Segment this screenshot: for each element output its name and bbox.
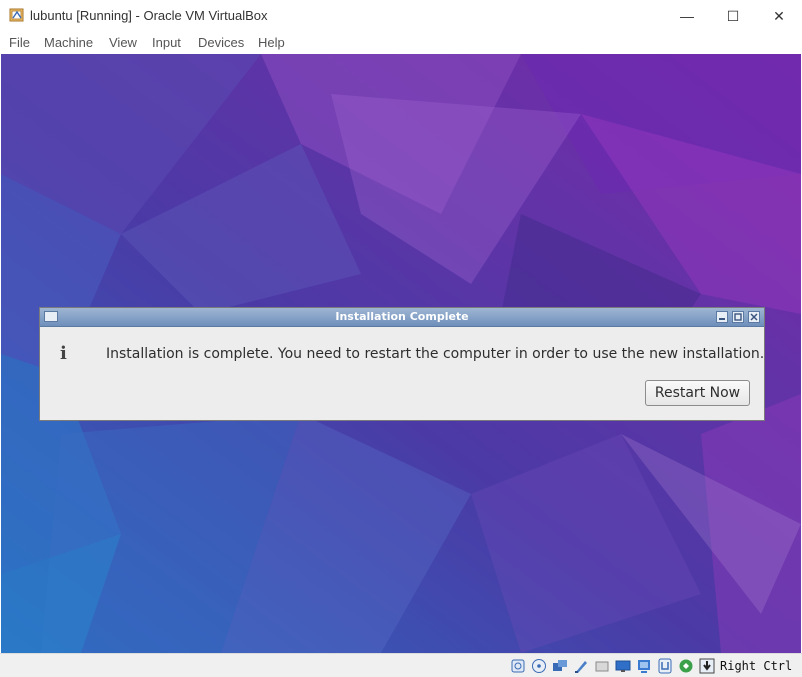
menu-machine[interactable]: Machine bbox=[44, 35, 93, 50]
maximize-button[interactable]: ☐ bbox=[710, 0, 756, 32]
video-capture-icon[interactable] bbox=[657, 658, 673, 674]
dialog-message: Installation is complete. You need to re… bbox=[106, 346, 765, 362]
shared-folders-icon[interactable] bbox=[615, 658, 631, 674]
minimize-button[interactable]: — bbox=[664, 0, 710, 32]
hard-disk-icon[interactable] bbox=[510, 658, 526, 674]
menu-input[interactable]: Input bbox=[152, 35, 181, 50]
menu-file[interactable]: File bbox=[9, 35, 30, 50]
dialog-close-button[interactable] bbox=[748, 311, 760, 323]
audio-icon[interactable] bbox=[552, 658, 568, 674]
close-window-button[interactable]: ✕ bbox=[756, 0, 802, 32]
host-key-label: Right Ctrl bbox=[720, 659, 793, 673]
maximize-icon: ☐ bbox=[726, 7, 740, 24]
dialog-minimize-button[interactable] bbox=[716, 311, 728, 323]
menu-bar: File Machine View Input Devices Help bbox=[0, 32, 802, 54]
maximize-icon bbox=[734, 313, 742, 321]
close-icon bbox=[750, 313, 758, 321]
restart-now-button[interactable]: Restart Now bbox=[645, 380, 750, 406]
dialog-title: Installation Complete bbox=[335, 310, 469, 323]
recording-icon[interactable] bbox=[678, 658, 694, 674]
window-titlebar: lubuntu [Running] - Oracle VM VirtualBox… bbox=[0, 0, 802, 32]
minimize-icon: — bbox=[680, 8, 694, 24]
menu-devices[interactable]: Devices bbox=[198, 35, 244, 50]
optical-drive-icon[interactable] bbox=[531, 658, 547, 674]
close-icon: ✕ bbox=[773, 7, 785, 24]
virtualbox-app-icon bbox=[9, 8, 24, 22]
dialog-maximize-button[interactable] bbox=[732, 311, 744, 323]
installation-complete-dialog: Installation Complete i Installation is … bbox=[39, 307, 765, 421]
info-icon: i bbox=[60, 343, 67, 364]
usb-icon[interactable] bbox=[594, 658, 610, 674]
dialog-titlebar: Installation Complete bbox=[40, 308, 764, 327]
display-icon[interactable] bbox=[636, 658, 652, 674]
status-bar: Right Ctrl bbox=[0, 653, 802, 677]
keyboard-capture-icon[interactable] bbox=[699, 658, 715, 674]
menu-help[interactable]: Help bbox=[258, 35, 285, 50]
minimize-icon bbox=[719, 318, 725, 320]
menu-view[interactable]: View bbox=[109, 35, 137, 50]
network-icon[interactable] bbox=[573, 658, 589, 674]
window-title: lubuntu [Running] - Oracle VM VirtualBox bbox=[30, 8, 268, 23]
